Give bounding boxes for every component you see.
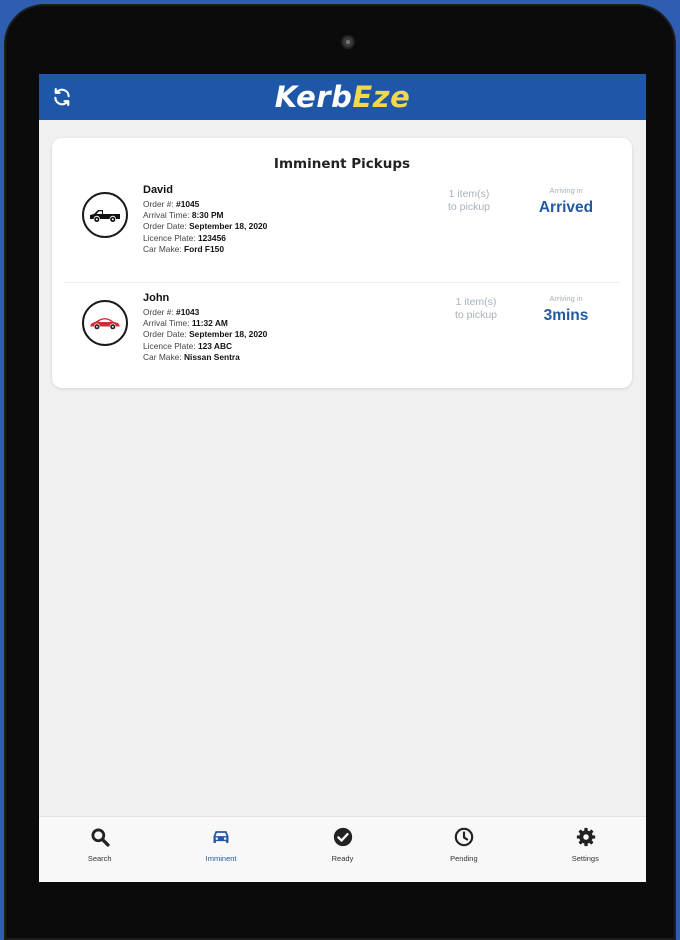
search-icon (91, 828, 110, 847)
sedan-car-icon (90, 318, 120, 330)
tab-label: Search (87, 854, 112, 863)
licence-plate: Licence Plate: 123456 (143, 233, 403, 244)
tab-search[interactable]: Search (39, 817, 160, 882)
imminent-pickups-card: Imminent Pickups David Order #: #1045 Ar… (52, 138, 632, 388)
items-count-text: 1 item(s) (455, 296, 497, 308)
order-value: #1045 (176, 199, 200, 209)
arrival-status: 3mins (543, 307, 589, 324)
pickup-row[interactable]: David Order #: #1045 Arrival Time: 8:30 … (52, 182, 632, 282)
arrival-label: Arrival Time: (143, 318, 192, 329)
date-label: Order Date: (143, 221, 190, 232)
bottom-tab-bar: Search Imminent Ready Pending Settings (39, 816, 646, 882)
date-value: September 18, 2020 (189, 329, 268, 340)
make-value: Ford F150 (183, 243, 224, 254)
items-count-text: 1 item(s) (448, 188, 490, 200)
tab-label: Ready (331, 854, 354, 863)
car-make: Car Make: Nissan Sentra (143, 352, 403, 363)
order-value: #1043 (176, 307, 200, 317)
car-make: Car Make: Ford F150 (143, 244, 403, 255)
arrival-value: 8:30 PM (191, 210, 224, 221)
order-date: Order Date: September 18, 2020 (143, 329, 403, 340)
vehicle-avatar (82, 192, 128, 238)
tab-imminent[interactable]: Imminent (160, 817, 281, 882)
plate-label: Licence Plate: (143, 232, 198, 243)
logo-text-eze: Eze (352, 80, 411, 114)
order-number: Order #: #1045 (143, 199, 403, 210)
check-circle-icon (333, 827, 352, 847)
tab-pending[interactable]: Pending (403, 817, 524, 882)
pickup-details: David Order #: #1045 Arrival Time: 8:30 … (143, 184, 403, 255)
tab-settings[interactable]: Settings (525, 817, 646, 882)
row-divider (64, 282, 620, 283)
date-value: September 18, 2020 (189, 221, 268, 232)
items-suffix-text: to pickup (447, 201, 491, 213)
arrival-label: Arrival Time: (143, 210, 192, 221)
camera-dot (341, 35, 355, 49)
gear-icon (576, 827, 595, 847)
card-title: Imminent Pickups (273, 156, 411, 172)
make-label: Car Make: (143, 351, 184, 362)
app-header: KerbEze (39, 74, 646, 120)
order-label: Order #: (143, 307, 177, 317)
arrival-status: Arrived (538, 199, 594, 216)
tab-label: Pending (450, 854, 478, 863)
customer-name: John (143, 292, 170, 304)
customer-name: David (143, 184, 173, 196)
tab-label: Imminent (205, 854, 237, 863)
arrival-time: Arrival Time: 8:30 PM (143, 210, 403, 221)
tab-label: Settings (571, 854, 599, 863)
arriving-label: Arriving in (549, 186, 583, 195)
logo-text-kerb: Kerb (274, 80, 353, 114)
plate-label: Licence Plate: (143, 340, 198, 351)
vehicle-avatar (82, 300, 128, 346)
app-screen: KerbEze Imminent Pickups David Order #: … (39, 74, 646, 882)
items-count: 1 item(s) to pickup (429, 188, 509, 214)
order-label: Order #: (143, 199, 177, 209)
pickup-row[interactable]: John Order #: #1043 Arrival Time: 11:32 … (52, 290, 632, 390)
pickup-details: John Order #: #1043 Arrival Time: 11:32 … (143, 292, 403, 363)
order-number: Order #: #1043 (143, 307, 403, 318)
arriving-label: Arriving in (549, 294, 583, 303)
items-count: 1 item(s) to pickup (436, 296, 516, 322)
make-value: Nissan Sentra (183, 351, 240, 362)
plate-value: 123 ABC (197, 340, 233, 351)
items-suffix-text: to pickup (454, 309, 498, 321)
licence-plate: Licence Plate: 123 ABC (143, 341, 403, 352)
app-logo: KerbEze (39, 78, 646, 116)
make-label: Car Make: (143, 243, 184, 254)
order-date: Order Date: September 18, 2020 (143, 221, 403, 232)
clock-icon (454, 827, 474, 847)
pickup-truck-icon (90, 210, 120, 222)
plate-value: 123456 (197, 232, 226, 243)
car-icon (213, 831, 229, 843)
arrival-time: Arrival Time: 11:32 AM (143, 318, 403, 329)
date-label: Order Date: (143, 329, 190, 340)
arrival-value: 11:32 AM (191, 318, 228, 329)
tab-ready[interactable]: Ready (282, 817, 403, 882)
